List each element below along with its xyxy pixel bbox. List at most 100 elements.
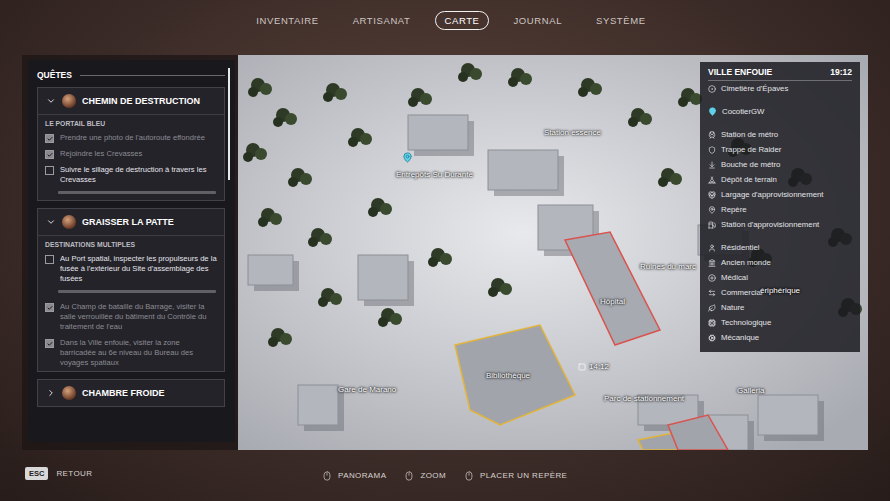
zone-icon	[708, 274, 716, 282]
nav-tab[interactable]: SYSTÈME	[587, 11, 655, 30]
building	[408, 115, 474, 156]
map[interactable]: Station essence Entrepôts Su Durante Ruine…	[238, 55, 868, 450]
esc-key: ESC	[25, 467, 48, 480]
player-icon	[708, 107, 717, 116]
tree	[258, 208, 282, 227]
objective-track	[58, 290, 216, 293]
marker-icon	[708, 176, 716, 184]
quest-objective: Au Port spatial, inspecter les propulseu…	[38, 251, 224, 287]
building	[488, 150, 564, 196]
legend-zone: Nature	[708, 300, 852, 315]
zone-icon	[708, 259, 716, 267]
footer: ESCRETOUR PANORAMA ZOOM PLACER UN REPÈRE	[0, 450, 890, 501]
quest-column: QUÊTES CHEMIN DE DESTRUCTIONLE PORTAIL BL…	[22, 55, 238, 450]
region-icon	[708, 85, 716, 93]
map-label[interactable]: Bibliothèque	[486, 371, 530, 380]
legend-zone: Médical	[708, 270, 852, 285]
scrollbar[interactable]	[228, 68, 230, 180]
mouse-icon	[404, 471, 414, 481]
tree	[273, 108, 297, 127]
tree	[268, 328, 292, 347]
main-frame: QUÊTES CHEMIN DE DESTRUCTIONLE PORTAIL BL…	[22, 55, 868, 450]
quest-title[interactable]: GRAISSER LA PATTE	[38, 209, 224, 235]
tree	[378, 308, 402, 327]
map-screen: INVENTAIRE ARTISANAT CARTE JOURNAL SYSTÈME QU…	[0, 0, 890, 501]
nav-tab[interactable]: JOURNAL	[505, 11, 572, 30]
map-legend: VILLE ENFOUIE19:12Cimetière d'ÉpavesCoco…	[700, 62, 860, 352]
hospital-building[interactable]	[565, 232, 660, 345]
objective-track	[58, 191, 216, 194]
control-hints: PANORAMA ZOOM PLACER UN REPÈRE	[322, 471, 567, 481]
check-icon	[47, 152, 53, 158]
legend-player: CocotierGW	[708, 104, 852, 119]
map-label[interactable]: Ruines du marc	[640, 262, 696, 271]
mouse-icon	[322, 471, 332, 481]
map-label[interactable]: Galleria	[737, 386, 765, 395]
check-icon	[47, 341, 53, 347]
character-icon	[62, 215, 76, 229]
tree	[348, 128, 372, 147]
character-icon	[62, 386, 76, 400]
nav-tab[interactable]: ARTISANAT	[344, 11, 420, 30]
map-label[interactable]: Hôpital	[600, 297, 625, 306]
zone-icon	[708, 334, 716, 342]
tree	[628, 108, 652, 127]
marker-icon	[708, 131, 716, 139]
legend-zone: Ancien monde	[708, 255, 852, 270]
marker-icon	[708, 161, 716, 169]
legend-zone: Technologique	[708, 315, 852, 330]
quest-subtitle: DESTINATIONS MULTIPLES	[38, 235, 224, 251]
marker-icon	[708, 221, 716, 229]
quest-card[interactable]: CHEMIN DE DESTRUCTIONLE PORTAIL BLEUPren…	[37, 87, 225, 201]
legend-item: Station d'approvisionnement	[708, 217, 852, 232]
nav-tab[interactable]: INVENTAIRE	[247, 11, 327, 30]
tree	[488, 278, 512, 297]
control-hint: ZOOM	[404, 471, 446, 481]
library-building[interactable]	[455, 325, 575, 425]
legend-item: Repère	[708, 202, 852, 217]
legend-zone: Résidentiel	[708, 240, 852, 255]
chevron-icon[interactable]	[46, 96, 56, 106]
chevron-icon[interactable]	[46, 217, 56, 227]
quest-objective: Suivre le sillage de destruction à trave…	[38, 162, 224, 188]
quest-objective: Prendre une photo de l'autoroute effondr…	[38, 130, 224, 146]
waypoint-icon	[578, 363, 586, 371]
quest-card[interactable]: CHAMBRE FROIDE	[37, 379, 225, 407]
quest-title[interactable]: CHAMBRE FROIDE	[38, 380, 224, 406]
map-label[interactable]: 14:12	[578, 362, 609, 371]
player-pin-icon[interactable]	[402, 149, 413, 167]
zone-icon	[708, 289, 716, 297]
quest-objective: Rejoindre les Crevasses	[38, 146, 224, 162]
nav-tab[interactable]: CARTE	[435, 11, 488, 30]
building-outline[interactable]	[668, 415, 728, 450]
quest-header: QUÊTES	[37, 68, 225, 80]
checkbox	[45, 150, 54, 159]
tree	[368, 198, 392, 217]
map-label[interactable]: ériphérique	[760, 286, 800, 295]
control-hint: PANORAMA	[322, 471, 386, 481]
map-label[interactable]: Parc de stationnement	[604, 394, 684, 403]
map-label[interactable]: Entrepôts Su Durante	[396, 170, 473, 179]
marker-icon	[708, 191, 716, 199]
tree	[308, 228, 332, 247]
tree	[318, 288, 342, 307]
building	[298, 385, 344, 431]
legend-header: VILLE ENFOUIE19:12	[708, 67, 852, 81]
tree	[678, 88, 702, 107]
check-icon	[47, 136, 53, 142]
zone-icon	[708, 319, 716, 327]
check-icon	[47, 305, 53, 311]
marker-icon	[708, 206, 716, 214]
control-hint: PLACER UN REPÈRE	[464, 471, 567, 481]
quest-card[interactable]: GRAISSER LA PATTEDESTINATIONS MULTIPLESA…	[37, 208, 225, 372]
chevron-icon[interactable]	[46, 388, 56, 398]
tree	[408, 88, 432, 107]
legend-item: Largage d'approvisionnement	[708, 187, 852, 202]
tree	[243, 143, 267, 162]
building	[358, 255, 414, 306]
map-label[interactable]: Gare de Marano	[338, 385, 396, 394]
checkbox	[45, 255, 54, 264]
map-label[interactable]: Station essence	[544, 128, 601, 137]
back-button[interactable]: ESCRETOUR	[25, 467, 92, 480]
quest-title[interactable]: CHEMIN DE DESTRUCTION	[38, 88, 224, 114]
